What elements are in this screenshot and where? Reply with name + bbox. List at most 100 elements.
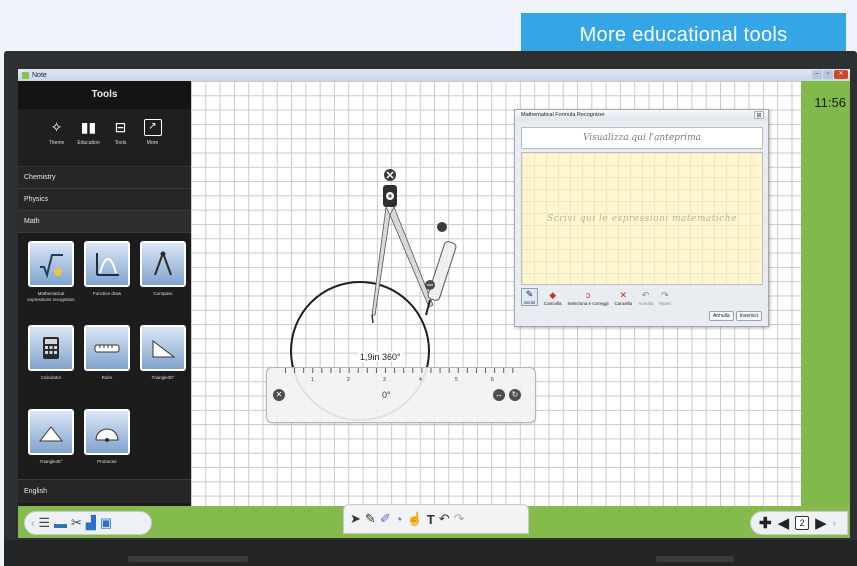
panel-title: Tools	[18, 81, 191, 109]
ruler-number: 4	[419, 377, 422, 383]
window-title: Note	[32, 71, 47, 79]
formula-preview: Visualizza qui l'anteprima	[521, 127, 763, 149]
next-page-icon[interactable]: ▶	[815, 514, 827, 532]
tab-more[interactable]: ↗ More	[140, 119, 166, 166]
dialog-close-button[interactable]: ⊠	[754, 111, 764, 119]
drawing-toolbar: ➤ ✎ ✐ ◔ ☝ T ↶ ↷	[343, 504, 529, 534]
ruler-number: 2	[347, 377, 350, 383]
tab-label: Theme	[48, 140, 65, 146]
ruler-ticks	[285, 368, 517, 378]
tool-label: Protractor	[97, 459, 117, 464]
tab-theme[interactable]: ✧ Theme	[44, 119, 70, 166]
insert-button[interactable]: Inserisci	[735, 311, 762, 321]
cancel-button[interactable]: Annulla	[708, 311, 734, 321]
ruler-resize-icon[interactable]: ↔	[493, 389, 505, 401]
dialog-toolbar: ✎ Scrivi ◆ Cancella ↄ Seleziona e correg…	[521, 288, 763, 306]
undo-tool[interactable]: ↶ Annulla	[638, 290, 653, 306]
book-icon: ▮▮	[80, 119, 97, 135]
tool-label: Cancella	[614, 301, 633, 306]
compass-tool[interactable]	[348, 165, 458, 355]
redo-icon[interactable]: ↷	[454, 511, 465, 527]
ruler-number: 5	[455, 377, 458, 383]
text-icon[interactable]: T	[427, 512, 435, 527]
ruler-tool[interactable]: 1 2 3 4 5 6 0° ✕ ↔ ↻	[266, 367, 536, 423]
tool-ruler[interactable]: Ruler	[82, 325, 132, 409]
bezel-vent	[128, 556, 248, 562]
compass-icon	[140, 241, 186, 287]
clear-tool[interactable]: ✕ Cancella	[615, 290, 633, 306]
desktop-icon[interactable]: ▬	[54, 516, 67, 531]
eraser-icon: ◆	[549, 290, 557, 300]
add-page-icon[interactable]: ✚	[759, 514, 772, 532]
ruler-number: 3	[383, 377, 386, 383]
math-tools-grid: Mathematical expressions recognition Fun…	[18, 233, 191, 469]
tool-calculator[interactable]: Calculator	[26, 325, 76, 409]
hand-icon[interactable]: ☝	[407, 511, 423, 527]
page-toolbar: ✚ ◀ 2 ▶ ›	[750, 511, 848, 535]
tool-label: Seleziona e correggi	[567, 301, 609, 306]
panel-tabs: ✧ Theme ▮▮ Education ⊟ Tools ↗ More	[18, 109, 191, 167]
gallery-icon[interactable]: ▟	[86, 515, 96, 531]
tool-triangle30[interactable]: Triangle30°	[138, 325, 188, 409]
image-icon[interactable]: ▣	[100, 515, 112, 531]
tool-label: Scrivi	[524, 300, 535, 305]
shape-icon[interactable]: ◔	[395, 512, 403, 527]
ruler-rotate-icon[interactable]: ↻	[509, 389, 521, 401]
page-number[interactable]: 2	[795, 516, 810, 530]
tools-icon[interactable]: ✂	[71, 515, 82, 531]
tab-label: More	[146, 140, 159, 146]
tab-education[interactable]: ▮▮ Education	[76, 119, 102, 166]
protractor-icon	[84, 409, 130, 455]
tab-label: Tools	[114, 140, 127, 146]
compass-rotate-icon	[437, 222, 447, 232]
restore-button[interactable]: ▫	[823, 70, 833, 79]
graph-icon	[84, 241, 130, 287]
screen: Note – ▫ ✕ 11:56 Tools ✧ Theme ▮▮ Educat…	[18, 69, 850, 538]
tool-label: Calculator	[40, 375, 62, 380]
clock: 11:56	[814, 95, 846, 110]
tool-label: Mathematical expressions recognition	[27, 291, 75, 302]
arrow-out-icon: ↗	[143, 119, 162, 136]
tool-label: Triangle45°	[39, 459, 63, 464]
tool-function-draw[interactable]: Function draw	[82, 241, 132, 325]
tab-tools[interactable]: ⊟ Tools	[108, 119, 134, 166]
category-english[interactable]: English	[18, 479, 191, 503]
pen-icon: ✎	[525, 289, 534, 299]
redo-icon: ↷	[661, 290, 669, 300]
tool-math-expression-recognition[interactable]: Mathematical expressions recognition	[26, 241, 76, 325]
close-button[interactable]: ✕	[834, 70, 848, 79]
formula-recognizer-dialog: Mathematical Formula Recognizer ⊠ Visual…	[514, 109, 769, 327]
handwriting-area[interactable]: Scrivi qui le espressioni matematiche	[521, 152, 763, 285]
previous-page-icon[interactable]: ◀	[778, 514, 790, 532]
collapse-chevron-icon[interactable]: ‹	[31, 518, 34, 529]
select-correct-tool[interactable]: ↄ Seleziona e correggi	[568, 290, 609, 306]
category-math[interactable]: Math	[18, 211, 191, 233]
category-physics[interactable]: Physics	[18, 189, 191, 211]
minimize-button[interactable]: –	[812, 70, 822, 79]
highlighter-icon[interactable]: ✐	[380, 511, 391, 527]
wand-icon: ✧	[50, 119, 63, 135]
category-chemistry[interactable]: Chemistry	[18, 167, 191, 189]
tool-compass[interactable]: Compass	[138, 241, 188, 325]
menu-icon[interactable]: ☰	[38, 515, 50, 531]
pointer-icon[interactable]: ➤	[350, 511, 361, 527]
write-tool[interactable]: ✎ Scrivi	[521, 288, 538, 306]
ruler-number: 6	[491, 377, 494, 383]
window-titlebar: Note – ▫ ✕	[18, 69, 850, 81]
undo-icon[interactable]: ↶	[439, 511, 450, 527]
erase-tool[interactable]: ◆ Cancella	[544, 290, 562, 306]
tool-label: Compass	[153, 291, 173, 296]
right-sidebar: 11:56	[801, 81, 850, 506]
undo-icon: ↶	[641, 290, 650, 300]
redo-tool[interactable]: ↷ Ripeti	[659, 290, 671, 306]
tool-label: Ruler	[101, 375, 113, 380]
clear-x-icon: ✕	[619, 290, 628, 300]
bezel-vent	[656, 556, 734, 562]
ruler-close-icon[interactable]: ✕	[273, 389, 285, 401]
calculator-icon	[28, 325, 74, 371]
pen-icon[interactable]: ✎	[365, 511, 376, 527]
app-icon	[22, 71, 29, 79]
toolbox-icon: ⊟	[114, 119, 127, 135]
tools-panel: Tools ✧ Theme ▮▮ Education ⊟ Tools ↗ Mor…	[18, 81, 191, 506]
expand-chevron-icon[interactable]: ›	[833, 518, 836, 529]
